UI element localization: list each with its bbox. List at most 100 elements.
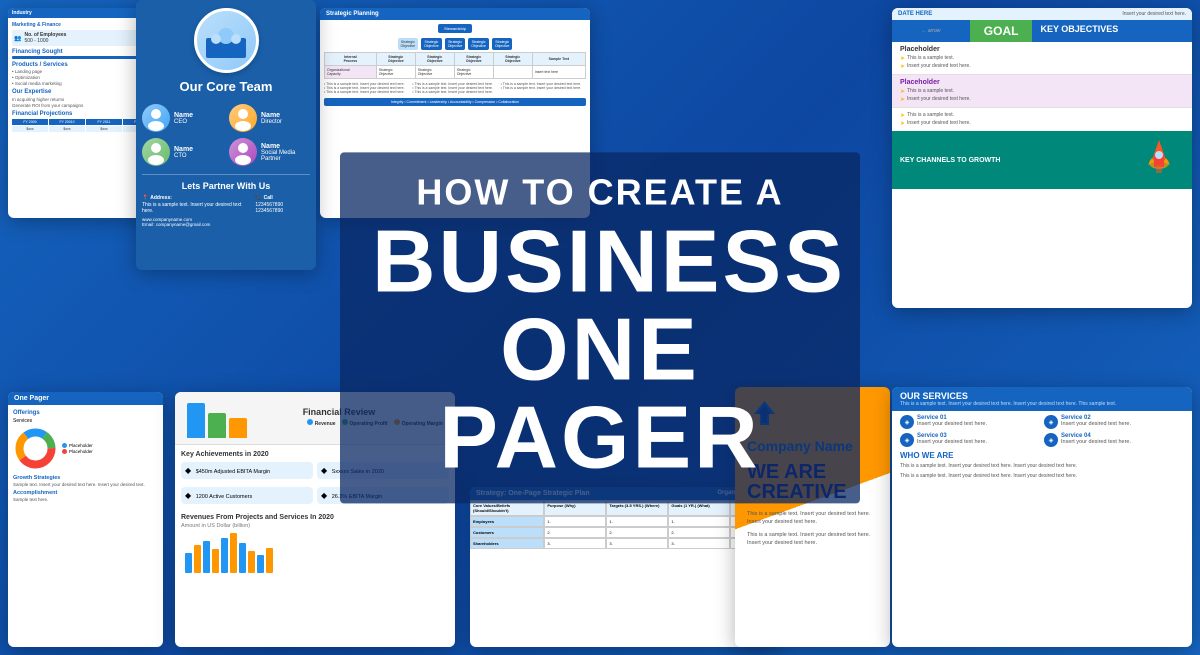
key-channels-label: KEY CHANNELS TO GROWTH xyxy=(900,157,1000,164)
team-member-ceo: Name CEO xyxy=(142,104,223,132)
service-02: ◈ Service 02 Insert your desired text he… xyxy=(1044,415,1184,429)
service-03-icon: ◈ xyxy=(900,433,914,447)
services-card: OUR SERVICES This is a sample text. Inse… xyxy=(892,387,1192,647)
sample-text-3: This is a sample text. xyxy=(907,112,954,118)
strategic-title: Strategic Planning xyxy=(326,11,379,17)
date-here-label: DATE HERE xyxy=(898,11,932,17)
employees-label-sp: Employees xyxy=(473,519,494,524)
financial-bar-chart xyxy=(183,398,251,438)
member-name-social: Name xyxy=(261,143,310,150)
revenues-title: Revenues From Projects and Services In 2… xyxy=(181,514,449,521)
col-head-1: InternalProcess xyxy=(325,53,377,66)
member-name-cto: Name xyxy=(174,146,193,153)
col-head-6: Sample Text xyxy=(532,53,585,66)
row1-col2: StrategicObjective xyxy=(376,66,415,79)
revenues-subtitle: Amount in US Dollar (billion) xyxy=(181,523,449,529)
stewardship-box: Stewardship xyxy=(438,24,472,33)
sp-share-purpose: 3. xyxy=(544,538,606,549)
col-head-4: StrategicObjective xyxy=(454,53,493,66)
sp-emp-targets: 1. xyxy=(606,516,668,527)
strat-box-1: StrategicObjective xyxy=(398,38,419,50)
sp-row-emp: Employees xyxy=(470,516,544,527)
member-role-cto: CTO xyxy=(174,153,193,159)
achievement-1: ◆ $450m Adjusted EBITA Margin xyxy=(181,462,313,479)
sp-share-targets: 3. xyxy=(606,538,668,549)
sp-emp-goals: 1. xyxy=(668,516,730,527)
insert-text-3: Insert your desired text here. xyxy=(907,120,971,126)
who-desc-2: This is a sample text. Insert your desir… xyxy=(900,473,1184,481)
goal-objectives-card: DATE HERE Insert your desired text here.… xyxy=(892,8,1192,308)
title-background-box: HOW TO CREATE A BUSINESS ONE PAGER xyxy=(340,152,860,503)
how-to-text: HOW TO CREATE A xyxy=(372,170,828,213)
member-role-ceo: CEO xyxy=(174,119,193,125)
email-text: Email: companyname@gmail.com xyxy=(142,222,310,227)
service-04-icon: ◈ xyxy=(1044,433,1058,447)
who-we-are-title: WHO WE ARE xyxy=(900,451,1184,460)
bottom-left-slide-card: One Pager Offerings Services Placeholder… xyxy=(8,392,163,647)
call-text: 1234567890 1234567890 xyxy=(255,202,310,214)
sp-cust-targets: 2. xyxy=(606,527,668,538)
sp-emp-purpose: 1. xyxy=(544,516,606,527)
col-head-2: StrategicObjective xyxy=(376,53,415,66)
company-desc-1: This is a sample text. Insert your desir… xyxy=(747,510,878,527)
col-head-5: StrategicObjective xyxy=(493,53,532,66)
service-03-text: Insert your desired text here. xyxy=(917,439,987,445)
strategic-header: Strategic Planning xyxy=(320,8,590,20)
achievement-text-1: $450m Adjusted EBITA Margin xyxy=(196,469,271,475)
service-02-text: Insert your desired text here. xyxy=(1061,421,1131,427)
revenue-chart xyxy=(181,533,449,573)
col-head-3: StrategicObjective xyxy=(415,53,454,66)
strat-box-5: StrategicObjective xyxy=(492,38,513,50)
chart-label-0: Revenue xyxy=(315,421,336,427)
placeholder2-label: Placeholder xyxy=(900,79,1184,86)
team-member-social: Name Social Media Partner xyxy=(229,138,310,166)
donut-chart xyxy=(13,426,58,471)
member-name-dir: Name xyxy=(261,112,282,119)
row1-col4: StrategicObjective xyxy=(454,66,493,79)
service-01: ◈ Service 01 Insert your desired text he… xyxy=(900,415,1040,429)
address-label: Address: xyxy=(150,195,172,201)
strat-box-2: StrategicObjective xyxy=(421,38,442,50)
core-team-title: Our Core Team xyxy=(142,79,310,94)
year-2009: FY 2009 xyxy=(12,119,48,125)
team-member-cto: Name CTO xyxy=(142,138,223,166)
sp-row-share: Shareholders xyxy=(470,538,544,549)
sample-text-1: This is a sample text. xyxy=(907,55,954,61)
partner-title: Lets Partner With Us xyxy=(142,181,310,191)
main-title-area: HOW TO CREATE A BUSINESS ONE PAGER xyxy=(340,152,860,503)
goal-badge: GOAL xyxy=(970,20,1033,42)
one-pager-label: One Pager xyxy=(8,392,163,405)
member-role-social: Social Media Partner xyxy=(261,150,310,162)
row1-col5 xyxy=(493,66,532,79)
team-member-director: Name Director xyxy=(229,104,310,132)
sp-row-cust: Customers xyxy=(470,527,544,538)
shareholders-label-sp: Shareholders xyxy=(473,541,499,546)
member-role-dir: Director xyxy=(261,119,282,125)
year-2011: FY 2011 xyxy=(86,119,122,125)
row1-col3: StrategicObjective xyxy=(415,66,454,79)
employees-range: 500 - 1000 xyxy=(24,38,66,44)
our-services-title: OUR SERVICES xyxy=(900,391,1184,401)
rocket-icon xyxy=(1134,135,1184,185)
company-desc-2: This is a sample text. Insert your desir… xyxy=(747,531,878,548)
strat-box-4: StrategicObjective xyxy=(468,38,489,50)
customers-label-sp: Customers xyxy=(473,530,494,535)
sample-text-2: This is a sample text. xyxy=(907,88,954,94)
strategic-plan-card: Strategy: One-Page Strategic Plan Organi… xyxy=(470,487,780,647)
one-pager-text: ONE PAGER xyxy=(372,305,828,481)
who-desc-1: This is a sample text. Insert your desir… xyxy=(900,463,1184,471)
industry-label: Industry xyxy=(12,10,32,16)
call-label: Call xyxy=(264,195,273,201)
address-text: This is a sample text. Insert your desir… xyxy=(142,202,249,214)
sp-share-goals: 3. xyxy=(668,538,730,549)
business-text: BUSINESS xyxy=(372,217,828,305)
offerings-label: Offerings xyxy=(13,410,158,416)
strat-box-3: StrategicObjective xyxy=(445,38,466,50)
service-04-text: Insert your desired text here. xyxy=(1061,439,1131,445)
achievement-3: ◆ 1200 Active Customers xyxy=(181,487,313,504)
year-20010: FY 20010 xyxy=(49,119,85,125)
services-label: Services xyxy=(13,418,158,424)
service-03: ◈ Service 03 Insert your desired text he… xyxy=(900,433,1040,447)
values-bar: Integrity • Commitment • Leadership • Ac… xyxy=(324,98,586,106)
service-01-icon: ◈ xyxy=(900,415,914,429)
